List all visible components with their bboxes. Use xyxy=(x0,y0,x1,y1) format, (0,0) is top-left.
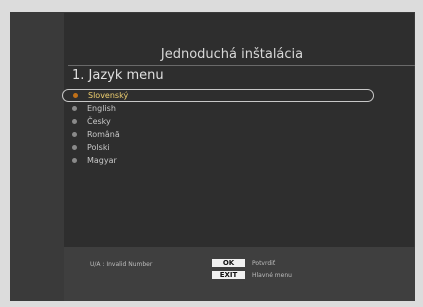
footer-bar: U/A : Invalid Number OK Potvrdiť EXIT Hl… xyxy=(64,247,415,301)
exit-key[interactable]: EXIT xyxy=(212,271,245,279)
menu-item-label: Polski xyxy=(87,143,110,152)
menu-item-cesky[interactable]: Česky xyxy=(62,115,382,128)
menu-item-label: Magyar xyxy=(87,156,117,165)
menu-item-polski[interactable]: Polski xyxy=(62,141,382,154)
bullet-icon xyxy=(73,93,78,98)
menu-item-label: English xyxy=(87,104,116,113)
menu-item-romana[interactable]: Română xyxy=(62,128,382,141)
hint-text: U/A : Invalid Number xyxy=(90,261,153,268)
menu-item-label: Română xyxy=(87,130,120,139)
tv-screen: Jednoduchá inštalácia 1. Jazyk menu Slov… xyxy=(10,12,415,301)
ok-key[interactable]: OK xyxy=(212,259,245,267)
page-title: Jednoduchá inštalácia xyxy=(160,47,304,62)
bullet-icon xyxy=(72,106,77,111)
bullet-icon xyxy=(72,145,77,150)
title-divider xyxy=(68,65,415,66)
menu-item-label: Slovenský xyxy=(88,91,129,100)
menu-item-english[interactable]: English xyxy=(62,102,382,115)
language-menu: Slovenský English Česky Română Polski Ma… xyxy=(62,89,382,167)
menu-item-label: Česky xyxy=(87,117,111,126)
menu-item-magyar[interactable]: Magyar xyxy=(62,154,382,167)
section-title: 1. Jazyk menu xyxy=(72,68,164,83)
ok-key-label: Potvrdiť xyxy=(252,260,276,267)
bullet-icon xyxy=(72,158,77,163)
exit-key-label: Hlavné menu xyxy=(252,272,292,279)
menu-item-slovensky[interactable]: Slovenský xyxy=(62,89,374,102)
left-panel xyxy=(10,12,64,301)
bullet-icon xyxy=(72,119,77,124)
bullet-icon xyxy=(72,132,77,137)
